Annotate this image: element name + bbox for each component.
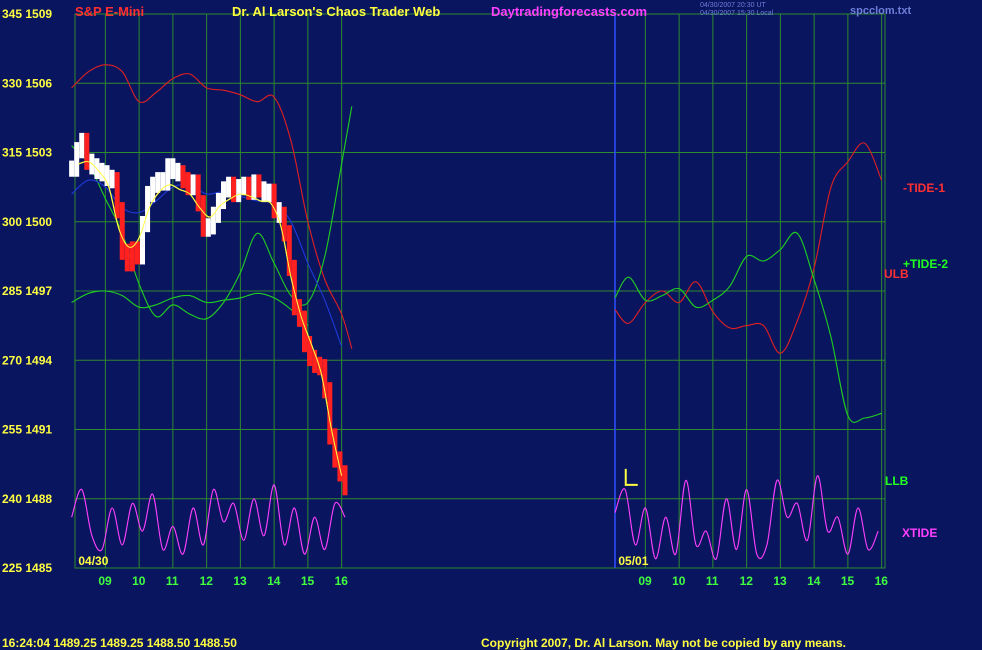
price-bar [124, 243, 130, 272]
x-tick-label: 12 [200, 574, 214, 588]
y-tick-label: 270 1494 [2, 353, 52, 367]
price-bar [99, 162, 105, 182]
x-tick-label: 13 [773, 574, 787, 588]
x-tick-label: 10 [672, 574, 686, 588]
series-line--tide-2-1 [614, 231, 882, 423]
price-bar [256, 174, 262, 198]
data-filename: spcclom.txt [850, 5, 912, 17]
price-bar [69, 160, 75, 177]
website-link[interactable]: Daytradingforecasts.com [491, 4, 647, 19]
grid [74, 13, 886, 569]
price-bar [114, 172, 120, 219]
series-labels: -TIDE-1 +TIDE-2ULB LLB XTIDE [884, 181, 948, 540]
timestamp-local: 04/30/2007 15:30 Local [700, 10, 774, 17]
y-tick-label: 240 1488 [2, 492, 52, 506]
price-bar [236, 179, 242, 203]
y-tick-label: 330 1506 [2, 76, 52, 90]
forecast-marker [624, 468, 638, 486]
price-bar [74, 142, 80, 177]
x-tick-label: 16 [335, 574, 349, 588]
y-tick-label: 315 1503 [2, 146, 52, 160]
price-bar [210, 206, 216, 235]
price-bars [69, 132, 638, 496]
series-line-llb-0 [71, 290, 309, 326]
price-bar [291, 259, 297, 316]
y-tick-label: 255 1491 [2, 423, 52, 437]
price-bar [190, 174, 196, 196]
price-bar [200, 195, 206, 237]
price-bar [134, 241, 140, 265]
price-bar [84, 132, 90, 170]
y-tick-label: 345 1509 [2, 7, 52, 21]
x-tick-label: 14 [807, 574, 821, 588]
x-tick-label: 13 [233, 574, 247, 588]
price-bar [241, 176, 247, 196]
price-bar [342, 465, 348, 496]
series-label-xtide: XTIDE [902, 526, 937, 540]
copyright-notice: Copyright 2007, Dr. Al Larson. May not b… [481, 636, 846, 650]
price-bar [266, 183, 272, 203]
chart-title: S&P E-Mini [75, 4, 145, 19]
x-tick-label: 15 [841, 574, 855, 588]
x-tick-label: 10 [132, 574, 146, 588]
x-axis-labels: 09 10 11 12 13 14 15 16 09 10 11 12 13 14 15 16 04/30 05/… [78, 554, 888, 588]
series-line-xtide-0 [71, 484, 346, 555]
x-tick-label: 09 [98, 574, 112, 588]
price-bar [175, 162, 181, 182]
chart-subtitle: Dr. Al Larson's Chaos Trader Web [232, 4, 441, 19]
y-axis-labels: 345 1509 330 1506 315 1503 300 1500 285 1497… [2, 7, 52, 575]
date-label: 04/30 [78, 554, 108, 568]
price-bar [205, 218, 211, 237]
y-tick-label: 285 1497 [2, 284, 52, 298]
y-tick-label: 300 1500 [2, 215, 52, 229]
price-bar [226, 176, 232, 198]
price-bar [332, 428, 338, 468]
x-tick-label: 16 [875, 574, 889, 588]
y-tick-label: 225 1485 [2, 561, 52, 575]
price-bar [281, 206, 287, 242]
series-label-llb: LLB [885, 474, 909, 488]
price-bar [155, 172, 161, 193]
price-bar [180, 165, 186, 189]
x-tick-label: 11 [166, 574, 179, 588]
series-line--tide-1-1 [614, 142, 883, 354]
price-bar [221, 181, 226, 210]
price-bar [170, 158, 176, 180]
quote-readout: 16:24:04 1489.25 1489.25 1488.50 1488.50 [2, 636, 237, 650]
timestamp-ut: 04/30/2007 20:30 UT [700, 2, 766, 9]
date-label: 05/01 [618, 554, 648, 568]
x-tick-label: 11 [706, 574, 719, 588]
x-tick-label: 12 [740, 574, 754, 588]
x-tick-label: 09 [638, 574, 652, 588]
x-tick-label: 15 [301, 574, 315, 588]
series-label--tide-1: -TIDE-1 [903, 181, 945, 195]
series-label--tide-2: +TIDE-2 [903, 257, 948, 271]
x-tick-label: 14 [267, 574, 281, 588]
chart: 345 1509 330 1506 315 1503 300 1500 285 1497… [2, 7, 948, 588]
price-bar [251, 174, 257, 200]
series-layer [71, 64, 883, 560]
price-bar [109, 169, 115, 189]
price-bar [261, 181, 267, 203]
series-label-ulb: ULB [884, 267, 909, 281]
price-bar [119, 202, 125, 260]
price-bar [79, 132, 85, 159]
